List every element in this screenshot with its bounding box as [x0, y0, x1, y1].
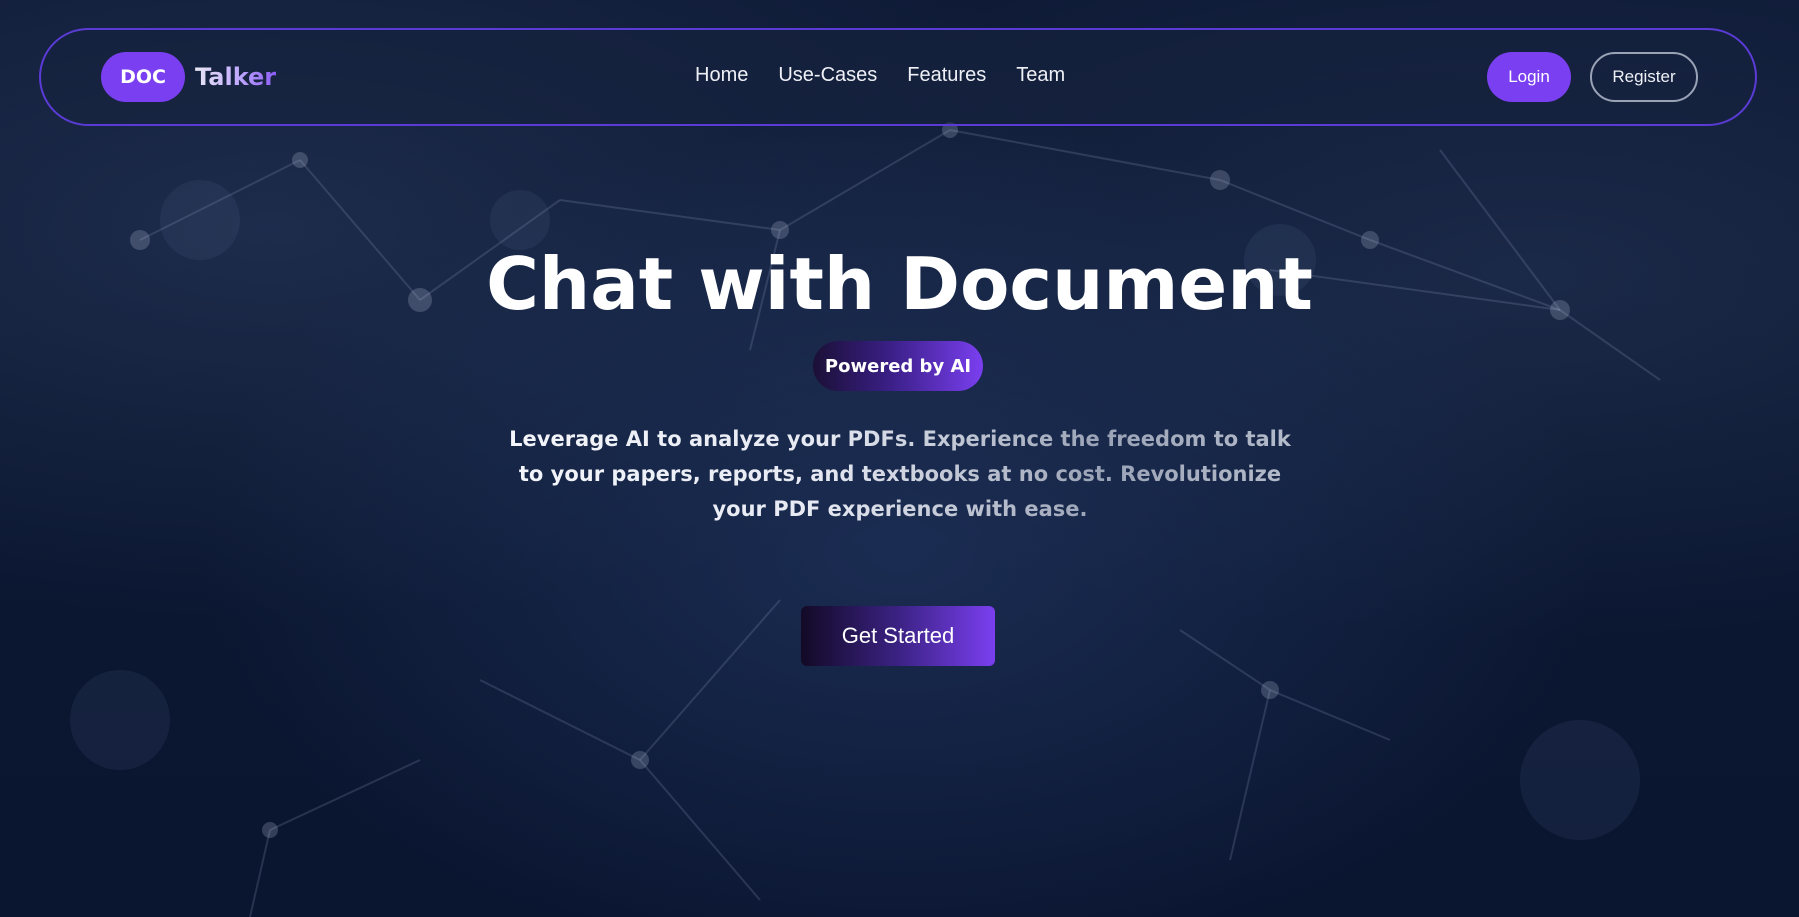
powered-by-badge: Powered by AI	[813, 341, 983, 391]
nav-link-home[interactable]: Home	[695, 64, 748, 87]
top-navbar: DOC Talker Home Use-Cases Features Team …	[39, 28, 1757, 126]
hero-title: Chat with Document	[486, 242, 1313, 326]
nav-link-features[interactable]: Features	[907, 64, 986, 87]
hero-description: Leverage AI to analyze your PDFs. Experi…	[500, 422, 1300, 527]
logo-name: Talker	[195, 63, 277, 91]
register-button[interactable]: Register	[1590, 52, 1698, 102]
nav-links: Home Use-Cases Features Team	[695, 64, 1065, 87]
brand-logo[interactable]: DOC Talker	[101, 52, 276, 102]
login-button[interactable]: Login	[1487, 52, 1571, 102]
get-started-button[interactable]: Get Started	[801, 606, 995, 666]
nav-link-use-cases[interactable]: Use-Cases	[778, 64, 877, 87]
logo-badge: DOC	[101, 52, 185, 102]
nav-link-team[interactable]: Team	[1016, 64, 1065, 87]
